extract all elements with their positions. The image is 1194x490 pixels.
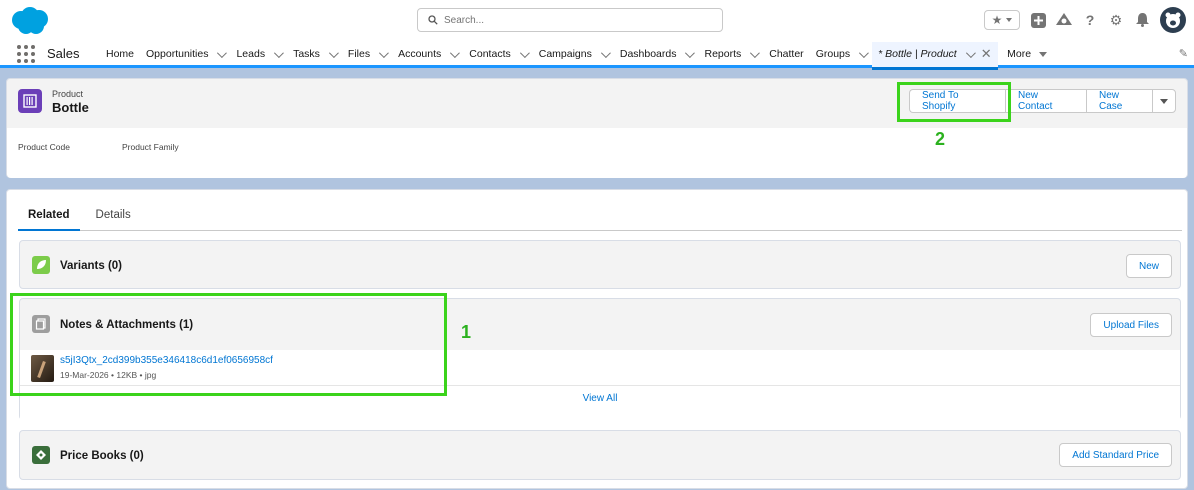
nav-item-accounts[interactable]: Accounts	[392, 40, 463, 68]
search-icon	[428, 15, 438, 25]
highlights-fields-area	[7, 128, 1187, 178]
salesforce-logo[interactable]	[8, 6, 52, 36]
product-family-label: Product Family	[122, 142, 179, 152]
chevron-down-icon[interactable]	[328, 47, 339, 58]
chevron-down-icon	[1006, 18, 1013, 22]
new-variant-button[interactable]: New	[1125, 254, 1172, 278]
pricebook-icon	[32, 446, 50, 464]
price-books-title: Price Books (0)	[60, 450, 144, 462]
tab-related[interactable]: Related	[18, 206, 80, 231]
edit-pencil-icon[interactable]: ✎	[1179, 47, 1188, 60]
app-nav-bar: Sales Home Opportunities Leads Tasks Fil…	[0, 40, 1194, 70]
nav-item-groups[interactable]: Groups	[810, 40, 872, 68]
app-launcher-icon[interactable]	[17, 45, 35, 63]
chevron-down-icon[interactable]	[685, 47, 696, 58]
nav-item-campaigns[interactable]: Campaigns	[533, 40, 614, 68]
highlight-box-1	[10, 293, 447, 396]
nav-item-more[interactable]: More	[998, 40, 1053, 68]
upload-files-button[interactable]: Upload Files	[1090, 313, 1172, 337]
new-case-button[interactable]: New Case	[1086, 89, 1152, 113]
record-name: Bottle	[52, 100, 89, 115]
tab-details[interactable]: Details	[86, 206, 141, 231]
favorites-button[interactable]: ★	[984, 10, 1020, 30]
product-icon	[18, 89, 42, 113]
more-actions-button[interactable]	[1152, 89, 1176, 113]
annotation-number-2: 2	[935, 129, 946, 149]
add-icon[interactable]	[1030, 12, 1046, 28]
setup-gear-icon[interactable]: ⚙	[1108, 12, 1124, 28]
add-standard-price-button[interactable]: Add Standard Price	[1059, 443, 1172, 467]
variants-leaf-icon	[32, 256, 50, 274]
help-icon[interactable]: ?	[1082, 12, 1098, 28]
annotation-number-1: 1	[461, 322, 472, 342]
product-code-label: Product Code	[18, 142, 70, 152]
global-header: Search... ★ ? ⚙	[0, 0, 1194, 40]
new-contact-button[interactable]: New Contact	[1005, 89, 1086, 113]
tab-bottle-product[interactable]: * Bottle | Product ✕	[872, 41, 999, 70]
nav-item-leads[interactable]: Leads	[230, 40, 287, 68]
nav-items: Home Opportunities Leads Tasks Files Acc…	[100, 40, 1053, 70]
nav-item-reports[interactable]: Reports	[698, 40, 763, 68]
chevron-down-icon[interactable]	[217, 47, 228, 58]
header-utility-icons: ★ ? ⚙	[984, 7, 1186, 33]
nav-item-dashboards[interactable]: Dashboards	[614, 40, 699, 68]
chevron-down-icon[interactable]	[450, 47, 461, 58]
chevron-down-icon[interactable]	[859, 47, 869, 58]
close-icon[interactable]: ✕	[981, 46, 992, 62]
object-type-label: Product	[52, 89, 84, 99]
nav-item-opportunities[interactable]: Opportunities	[140, 40, 230, 68]
caret-down-icon	[1160, 98, 1168, 104]
nav-item-contacts[interactable]: Contacts	[463, 40, 532, 68]
variants-card: Variants (0) New	[19, 240, 1181, 289]
bell-icon[interactable]	[1134, 12, 1150, 28]
chevron-down-icon[interactable]	[750, 47, 761, 58]
search-placeholder: Search...	[444, 14, 485, 26]
chevron-down-icon[interactable]	[274, 47, 284, 58]
trailhead-icon[interactable]	[1056, 12, 1072, 28]
variants-title: Variants (0)	[60, 260, 122, 272]
nav-item-home[interactable]: Home	[100, 40, 140, 68]
global-search[interactable]: Search...	[417, 8, 723, 32]
chevron-down-icon[interactable]	[965, 47, 976, 58]
nav-item-chatter[interactable]: Chatter	[763, 40, 809, 68]
nav-item-files[interactable]: Files	[342, 40, 392, 68]
nav-item-tasks[interactable]: Tasks	[287, 40, 342, 68]
chevron-down-icon[interactable]	[600, 47, 611, 58]
user-avatar[interactable]	[1160, 7, 1186, 33]
chevron-down-icon[interactable]	[519, 47, 530, 58]
app-name: Sales	[47, 46, 80, 61]
record-tabs: Related Details	[18, 206, 1182, 231]
caret-down-icon	[1039, 51, 1048, 57]
price-books-card: Price Books (0) Add Standard Price	[19, 430, 1181, 480]
chevron-down-icon[interactable]	[379, 47, 389, 58]
star-icon: ★	[991, 13, 1003, 27]
highlight-box-2	[897, 82, 1011, 122]
